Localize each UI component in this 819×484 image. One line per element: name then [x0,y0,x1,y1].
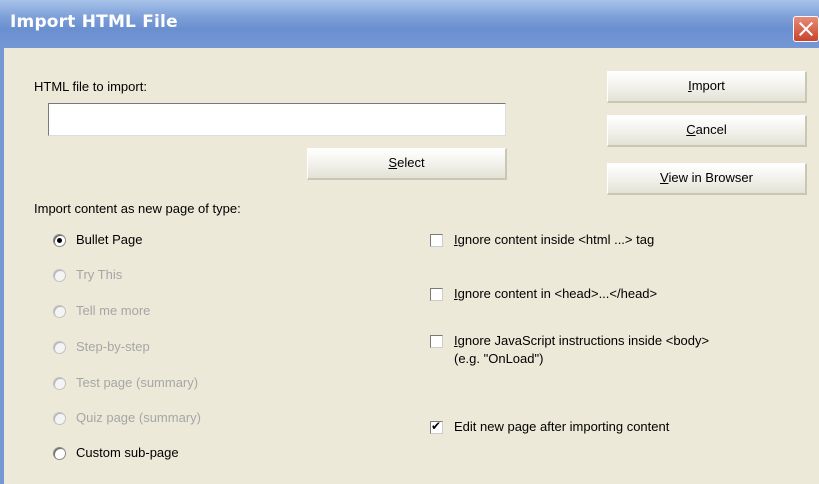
cancel-button[interactable]: Cancel [607,115,807,147]
radio-label: Tell me more [76,303,151,318]
checkbox[interactable] [430,234,443,247]
dialog-title: Import HTML File [10,12,178,32]
checkbox-label: Edit new page after importing content [454,419,670,434]
import-html-dialog: Import HTML File HTML file to import: Se… [0,0,819,484]
cancel-label: ancel [695,122,727,137]
view-label: iew in Browser [668,170,753,185]
window-border [0,48,4,484]
select-button[interactable]: Select [307,148,507,180]
radio-button [53,269,66,282]
file-path-input[interactable] [48,103,506,136]
close-button[interactable] [793,16,819,42]
radio-button [53,412,66,425]
radio-label: Test page (summary) [76,375,199,390]
checkbox[interactable] [430,288,443,301]
import-label: mport [691,78,725,93]
radio-label: Try This [76,267,123,282]
radio-label: Step-by-step [76,339,150,354]
select-label: elect [397,155,425,170]
radio-button [53,377,66,390]
checkbox-label: Ignore JavaScript instructions inside <b… [454,333,710,348]
view-in-browser-button[interactable]: View in Browser [607,163,807,195]
cancel-mnemonic: C [686,122,696,137]
radio-button[interactable] [53,447,66,460]
select-mnemonic: S [388,155,398,170]
import-button[interactable]: Import [607,71,807,103]
checkbox[interactable] [430,335,443,348]
file-label: HTML file to import: [34,79,147,94]
radio-button [53,341,66,354]
title-bar[interactable]: Import HTML File [0,0,819,48]
radio-label: Custom sub-page [76,445,179,460]
radio-button [53,305,66,318]
checkbox-label: Ignore content in <head>...</head> [454,286,658,301]
radio-button[interactable] [53,234,66,247]
page-type-label: Import content as new page of type: [34,201,241,216]
checkbox-label: Ignore content inside <html ...> tag [454,232,655,247]
radio-label: Quiz page (summary) [76,410,201,425]
checkbox[interactable] [430,419,443,434]
radio-label: Bullet Page [76,232,143,247]
checkbox-label-line2: (e.g. "OnLoad") [454,351,544,366]
